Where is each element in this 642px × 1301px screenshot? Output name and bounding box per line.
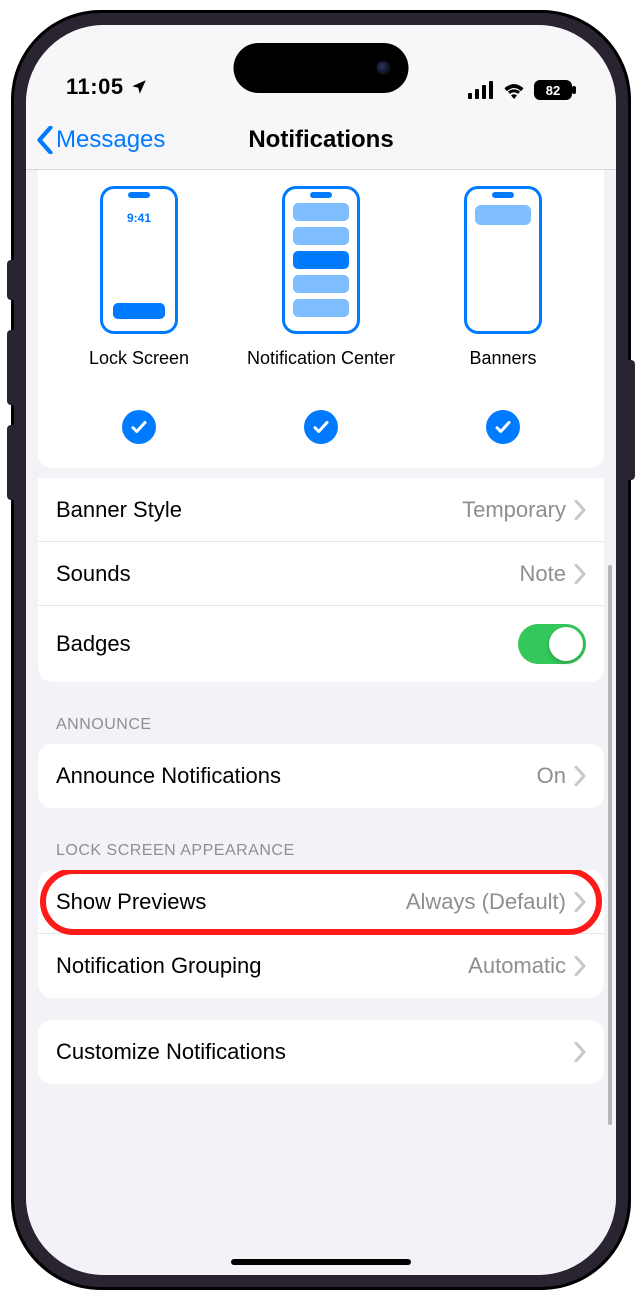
section-header-lockscreen-appearance: LOCK SCREEN APPEARANCE xyxy=(38,808,604,870)
scrollbar[interactable] xyxy=(608,565,612,1125)
settings-group-lockscreen: Show Previews Always (Default) Notificat… xyxy=(38,870,604,998)
checkmark-icon xyxy=(122,410,156,444)
section-header-announce: ANNOUNCE xyxy=(38,682,604,744)
checkmark-icon xyxy=(486,410,520,444)
row-label: Announce Notifications xyxy=(56,763,281,789)
announce-notifications-row[interactable]: Announce Notifications On xyxy=(38,744,604,808)
alert-option-notification-center[interactable]: Notification Center xyxy=(231,186,411,444)
badges-toggle[interactable] xyxy=(518,624,586,664)
row-label: Sounds xyxy=(56,561,131,587)
side-button xyxy=(7,425,14,500)
row-value: Note xyxy=(520,561,566,587)
alert-option-label: Banners xyxy=(469,348,536,396)
screen: 11:05 82 xyxy=(26,25,616,1275)
notification-center-thumb-icon xyxy=(282,186,360,334)
alert-option-banners[interactable]: Banners xyxy=(413,186,593,444)
wifi-icon xyxy=(502,81,526,99)
side-button xyxy=(7,260,14,300)
chevron-right-icon xyxy=(574,766,586,786)
back-button[interactable]: Messages xyxy=(36,126,165,154)
back-label: Messages xyxy=(56,126,165,154)
alert-option-label: Notification Center xyxy=(247,348,395,396)
show-previews-row[interactable]: Show Previews Always (Default) xyxy=(38,870,604,934)
location-icon xyxy=(130,78,148,96)
alert-option-label: Lock Screen xyxy=(89,348,189,396)
device-frame: 11:05 82 xyxy=(11,10,631,1290)
alert-option-lockscreen[interactable]: 9:41 Lock Screen xyxy=(49,186,229,444)
settings-group-customize: Customize Notifications xyxy=(38,1020,604,1084)
row-label: Show Previews xyxy=(56,889,206,915)
banners-thumb-icon xyxy=(464,186,542,334)
sounds-row[interactable]: Sounds Note xyxy=(38,542,604,606)
battery-icon: 82 xyxy=(534,80,576,100)
row-label: Banner Style xyxy=(56,497,182,523)
row-value: Temporary xyxy=(462,497,566,523)
row-label: Badges xyxy=(56,631,131,657)
chevron-right-icon xyxy=(574,500,586,520)
content-area: 9:41 Lock Screen Notification xyxy=(26,170,616,1275)
nav-bar: Messages Notifications xyxy=(26,110,616,170)
cellular-icon xyxy=(468,81,494,99)
row-value: On xyxy=(537,763,566,789)
chevron-right-icon xyxy=(574,1042,586,1062)
page-title: Notifications xyxy=(248,126,393,154)
settings-group-announce: Announce Notifications On xyxy=(38,744,604,808)
notification-grouping-row[interactable]: Notification Grouping Automatic xyxy=(38,934,604,998)
banner-style-row[interactable]: Banner Style Temporary xyxy=(38,478,604,542)
side-button xyxy=(628,360,635,480)
badges-row: Badges xyxy=(38,606,604,682)
row-label: Notification Grouping xyxy=(56,953,261,979)
settings-group-alerts: Banner Style Temporary Sounds Note Badge… xyxy=(38,478,604,682)
alert-style-group: 9:41 Lock Screen Notification xyxy=(38,170,604,468)
chevron-right-icon xyxy=(574,892,586,912)
row-value: Automatic xyxy=(468,953,566,979)
checkmark-icon xyxy=(304,410,338,444)
chevron-left-icon xyxy=(36,126,54,154)
customize-notifications-row[interactable]: Customize Notifications xyxy=(38,1020,604,1084)
chevron-right-icon xyxy=(574,564,586,584)
svg-text:82: 82 xyxy=(546,83,560,98)
side-button xyxy=(7,330,14,405)
home-indicator[interactable] xyxy=(231,1259,411,1265)
row-value: Always (Default) xyxy=(406,889,566,915)
lockscreen-thumb-icon: 9:41 xyxy=(100,186,178,334)
status-time: 11:05 xyxy=(66,74,124,100)
dynamic-island xyxy=(234,43,409,93)
chevron-right-icon xyxy=(574,956,586,976)
row-label: Customize Notifications xyxy=(56,1039,286,1065)
